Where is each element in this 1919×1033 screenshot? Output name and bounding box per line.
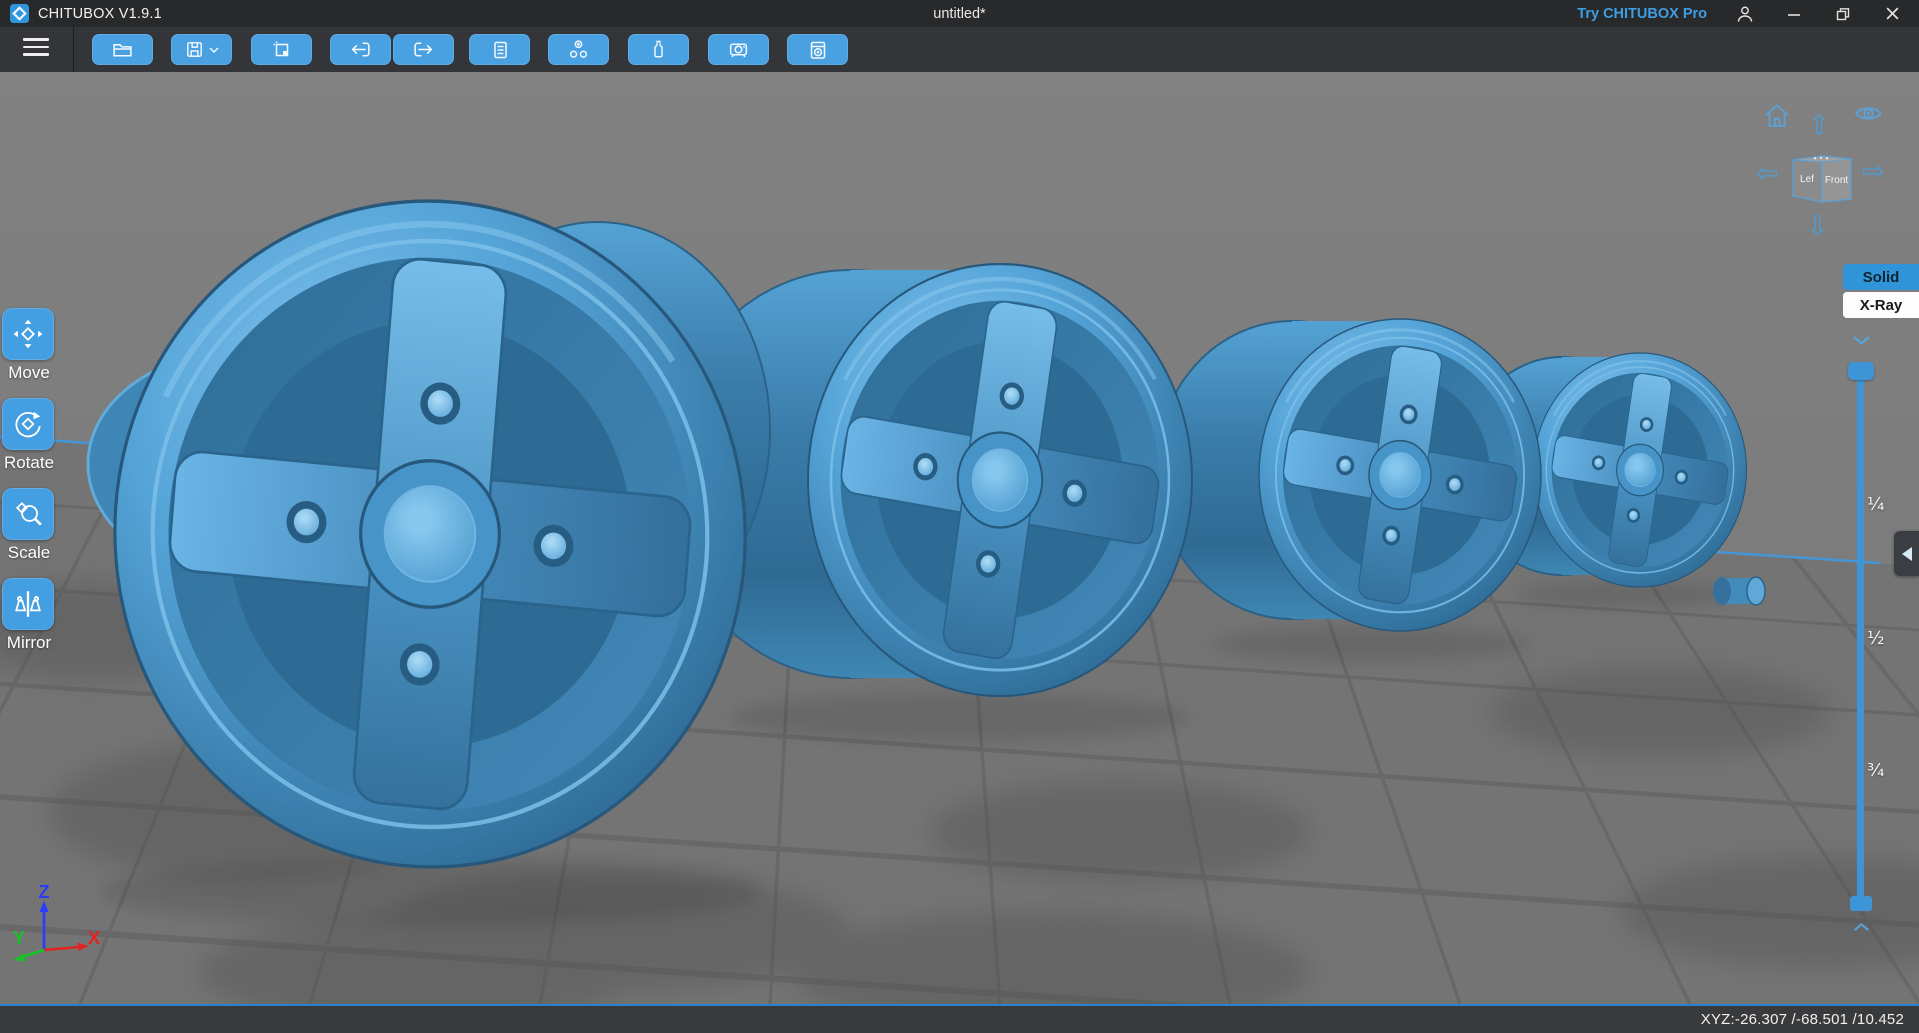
chitubox-window: CHITUBOX V1.9.1 untitled* Try CHITUBOX P…	[0, 0, 1919, 1033]
capture-frame-icon	[273, 41, 288, 56]
rotate-view-left-arrow[interactable]: ⇦	[1756, 160, 1779, 187]
home-view-button[interactable]	[1762, 101, 1792, 131]
move-button[interactable]	[2, 308, 54, 360]
resin-button[interactable]	[628, 34, 689, 65]
save-button[interactable]	[171, 34, 232, 65]
rotate-view-right-arrow[interactable]: ⇨	[1862, 158, 1885, 185]
title-bar: CHITUBOX V1.9.1 untitled* Try CHITUBOX P…	[0, 0, 1919, 27]
try-pro-link[interactable]: Try CHITUBOX Pro	[1577, 6, 1707, 22]
minimize-button[interactable]	[1783, 3, 1805, 25]
close-icon	[1886, 7, 1898, 20]
mirror-label: Mirror	[6, 633, 52, 652]
scale-button[interactable]	[2, 488, 54, 540]
chevron-down-icon	[209, 46, 219, 53]
render-mode-solid[interactable]: Solid	[1843, 264, 1919, 290]
clip-step-up-button[interactable]	[1853, 922, 1870, 932]
arrow-right-icon	[414, 42, 433, 57]
clip-tick-quarter: ¼	[1867, 494, 1885, 515]
account-button[interactable]	[1734, 3, 1756, 25]
copy-button[interactable]	[469, 34, 530, 65]
printer-icon	[810, 41, 825, 59]
clip-tick-three-quarter: ¾	[1867, 760, 1885, 781]
perspective-toggle-button[interactable]	[1854, 103, 1883, 124]
minimize-icon	[1788, 13, 1800, 16]
capture-button[interactable]	[251, 34, 312, 65]
cursor-coordinates: XYZ:-26.307 /-68.501 /10.452	[1700, 1011, 1904, 1028]
undo-button[interactable]	[330, 34, 391, 65]
clipboard-icon	[493, 41, 507, 58]
save-icon	[187, 42, 202, 57]
move-icon	[13, 319, 43, 349]
app-title: CHITUBOX V1.9.1	[38, 5, 162, 22]
axis-x-label: X	[88, 928, 100, 948]
tool-scale: Scale	[2, 488, 56, 563]
scale-icon	[15, 501, 42, 526]
clip-slider-upper-handle[interactable]	[1848, 362, 1874, 380]
clip-step-down-button[interactable]	[1852, 335, 1871, 346]
tool-mirror: Mirror	[2, 578, 56, 653]
arrow-left-icon	[351, 42, 370, 57]
axis-indicator: Z X Y	[13, 884, 100, 962]
folder-open-icon	[113, 44, 132, 57]
view-cube-left-label: Lef	[1800, 174, 1814, 185]
main-toolbar	[0, 27, 1919, 72]
restore-icon	[1836, 7, 1850, 20]
projector-button[interactable]	[708, 34, 769, 65]
tool-rotate: Rotate	[2, 398, 56, 473]
rotate-view-up-arrow[interactable]: ⇧	[1808, 112, 1831, 139]
axis-z-label: Z	[39, 884, 50, 902]
rotate-icon	[15, 411, 41, 438]
rotate-view-down-arrow[interactable]: ⇩	[1806, 213, 1829, 240]
rotate-label: Rotate	[3, 453, 55, 472]
printer-button[interactable]	[787, 34, 848, 65]
clip-slider-lower-handle[interactable]	[1850, 896, 1872, 911]
open-file-button[interactable]	[92, 34, 153, 65]
scale-label: Scale	[7, 543, 51, 562]
model-cylinder-part	[1713, 576, 1766, 606]
render-mode-xray[interactable]: X-Ray	[1843, 292, 1919, 318]
clip-slider-track[interactable]	[1857, 368, 1864, 908]
rotate-button[interactable]	[2, 398, 54, 450]
menu-button[interactable]	[23, 38, 49, 60]
chevron-up-icon	[1854, 923, 1869, 931]
projector-icon	[729, 43, 748, 58]
view-cube[interactable]: Lef Front	[1787, 146, 1857, 208]
resin-bottle-icon	[654, 40, 663, 58]
settings-panel-expand-button[interactable]	[1894, 531, 1919, 576]
move-label: Move	[8, 363, 50, 382]
restore-button[interactable]	[1832, 3, 1854, 25]
toolbar-separator	[73, 27, 74, 72]
mirror-button[interactable]	[2, 578, 54, 630]
viewport-3d-scene[interactable]	[0, 72, 1919, 1004]
triangle-left-icon	[1901, 546, 1912, 561]
chitubox-logo-icon	[10, 4, 29, 23]
user-icon	[1737, 6, 1753, 22]
status-bar: XYZ:-26.307 /-68.501 /10.452	[0, 1004, 1919, 1033]
eye-icon	[1854, 107, 1883, 120]
close-button[interactable]	[1881, 3, 1903, 25]
model-wheel-3	[1155, 317, 1543, 633]
clip-tick-half: ½	[1867, 628, 1885, 649]
supports-button[interactable]	[548, 34, 609, 65]
chevron-down-icon	[1853, 336, 1870, 345]
tool-move: Move	[2, 308, 56, 383]
view-cube-front-label: Front	[1825, 175, 1849, 186]
home-icon	[1765, 104, 1789, 127]
supports-icon	[569, 40, 588, 58]
redo-button[interactable]	[393, 34, 454, 65]
axis-y-label: Y	[13, 928, 25, 948]
mirror-icon	[15, 591, 41, 617]
